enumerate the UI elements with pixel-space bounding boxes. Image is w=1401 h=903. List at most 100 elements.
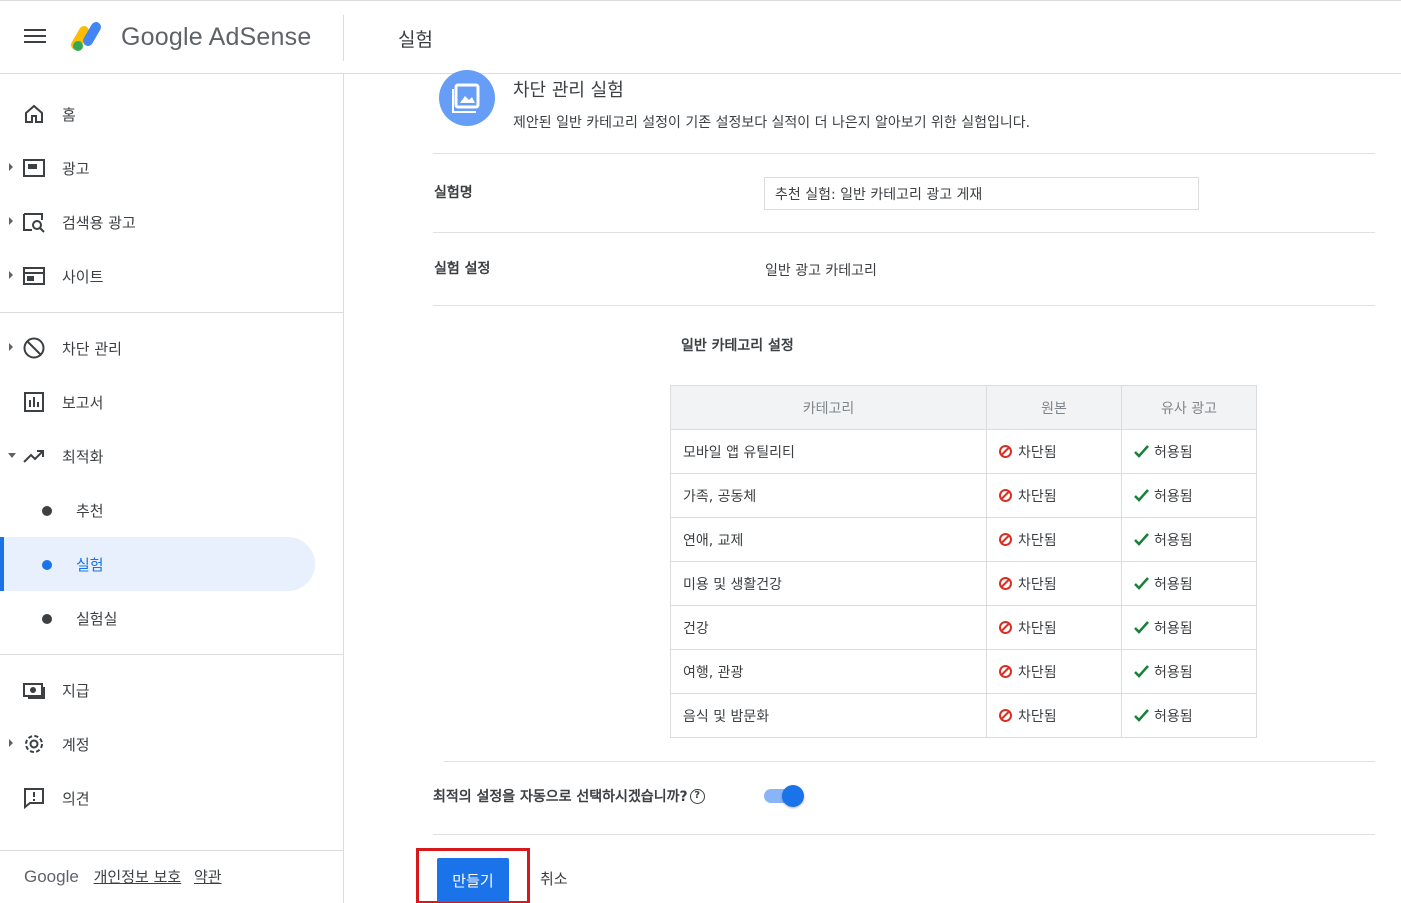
similar-ads-status-cell: 허용됨 [1121, 517, 1257, 562]
divider [433, 153, 1375, 154]
allowed-status: 허용됨 [1154, 576, 1193, 593]
search-ads-icon [23, 213, 45, 233]
check-icon [1134, 620, 1149, 634]
sidebar-item-label: 의견 [62, 790, 90, 808]
category-cell: 음식 및 밤문화 [670, 693, 987, 738]
sidebar-item-experiments[interactable]: 실험 [0, 537, 315, 591]
table-row: 음식 및 밤문화 차단됨 허용됨 [670, 693, 1257, 738]
hamburger-menu-icon[interactable] [24, 29, 46, 47]
gear-icon [25, 735, 43, 753]
sidebar-item-label: 최적화 [62, 448, 104, 466]
table-row: 건강 차단됨 허용됨 [670, 605, 1257, 650]
similar-ads-status-cell: 허용됨 [1121, 605, 1257, 650]
sidebar-divider [0, 654, 343, 655]
category-name: 건강 [683, 620, 709, 637]
similar-ads-status-cell: 허용됨 [1121, 693, 1257, 738]
terms-link[interactable]: 약관 [194, 868, 222, 886]
category-name: 미용 및 생활건강 [683, 576, 783, 593]
sidebar-item-search-ads[interactable]: 검색용 광고 [0, 195, 344, 249]
sidebar-item-label: 광고 [62, 160, 90, 178]
category-cell: 연애, 교제 [670, 517, 987, 562]
column-header-original: 원본 [986, 385, 1122, 430]
sidebar-item-label: 실험 [76, 556, 104, 574]
original-status-cell: 차단됨 [986, 649, 1122, 694]
toggle-thumb [782, 785, 804, 807]
sidebar-item-labs[interactable]: 실험실 [0, 591, 344, 645]
sidebar-item-sites[interactable]: 사이트 [0, 249, 344, 303]
experiment-description: 제안된 일반 카테고리 설정이 기존 설정보다 실적이 더 나은지 알아보기 위… [513, 115, 1031, 131]
allowed-status: 허용됨 [1154, 532, 1193, 549]
expand-caret-icon[interactable] [9, 217, 13, 225]
sidebar-item-payments[interactable]: 지급 [0, 663, 344, 717]
table-row: 미용 및 생활건강 차단됨 허용됨 [670, 561, 1257, 606]
column-header-similar-ads: 유사 광고 [1121, 385, 1257, 430]
category-cell: 건강 [670, 605, 987, 650]
original-status-cell: 차단됨 [986, 473, 1122, 518]
blocked-status: 차단됨 [1018, 576, 1057, 593]
table-row: 여행, 관광 차단됨 허용됨 [670, 649, 1257, 694]
allowed-status: 허용됨 [1154, 664, 1193, 681]
sidebar-item-label: 보고서 [62, 394, 104, 412]
sidebar-item-feedback[interactable]: 의견 [0, 771, 344, 825]
sidebar-item-optimization[interactable]: 최적화 [0, 429, 344, 483]
similar-ads-status-cell: 허용됨 [1121, 473, 1257, 518]
sidebar-divider [0, 312, 343, 313]
main-content: 차단 관리 실험 제안된 일반 카테고리 설정이 기존 설정보다 실적이 더 나… [344, 70, 1401, 903]
help-icon[interactable]: ? [689, 789, 705, 804]
home-icon [25, 104, 43, 123]
blocked-status: 차단됨 [1018, 664, 1057, 681]
sidebar-item-label: 실험실 [76, 610, 118, 628]
allowed-status: 허용됨 [1154, 488, 1193, 505]
sidebar-item-reports[interactable]: 보고서 [0, 375, 344, 429]
category-name: 연애, 교제 [683, 532, 744, 549]
ads-icon [23, 159, 45, 177]
expand-caret-icon[interactable] [9, 343, 13, 351]
similar-ads-status-cell: 허용됨 [1121, 649, 1257, 694]
expand-caret-icon[interactable] [9, 739, 13, 747]
auto-select-toggle[interactable] [764, 785, 804, 807]
block-icon [23, 337, 45, 359]
adsense-logo-icon [71, 22, 101, 51]
table-row: 가족, 공동체 차단됨 허용됨 [670, 473, 1257, 518]
privacy-link[interactable]: 개인정보 보호 [94, 868, 182, 886]
sidebar-item-recommendations[interactable]: 추천 [0, 483, 344, 537]
category-name: 가족, 공동체 [683, 488, 757, 505]
category-name: 모바일 앱 유틸리티 [683, 444, 795, 461]
check-icon [1134, 444, 1149, 458]
check-icon [1134, 664, 1149, 678]
column-header-category: 카테고리 [670, 385, 987, 430]
similar-ads-status-cell: 허용됨 [1121, 561, 1257, 606]
category-name: 여행, 관광 [683, 664, 744, 681]
footer-brand: Google [24, 867, 79, 886]
allowed-status: 허용됨 [1154, 620, 1193, 637]
experiment-name-input[interactable] [764, 177, 1199, 210]
category-table-title: 일반 카테고리 설정 [681, 338, 794, 354]
blocked-icon [999, 576, 1012, 590]
cancel-button[interactable]: 취소 [540, 868, 568, 889]
app-logo-text[interactable]: Google AdSense [121, 23, 311, 52]
blocked-icon [999, 488, 1012, 502]
sidebar-item-account[interactable]: 계정 [0, 717, 344, 771]
blocked-icon [999, 620, 1012, 634]
sidebar-item-blocking-controls[interactable]: 차단 관리 [0, 321, 344, 375]
sidebar-item-label: 검색용 광고 [62, 214, 136, 232]
original-status-cell: 차단됨 [986, 517, 1122, 562]
expand-caret-icon[interactable] [9, 163, 13, 171]
sidebar-item-label: 추천 [76, 502, 104, 520]
collapse-caret-icon[interactable] [8, 453, 16, 458]
experiment-settings-value: 일반 광고 카테고리 [765, 263, 877, 279]
sidebar-item-label: 사이트 [62, 268, 104, 286]
auto-select-question: 최적의 설정을 자동으로 선택하시겠습니까?? [433, 786, 705, 806]
expand-caret-icon[interactable] [9, 271, 13, 279]
divider [433, 232, 1375, 233]
create-button[interactable]: 만들기 [437, 858, 509, 902]
experiment-image-icon [439, 70, 495, 126]
bullet-dot-icon [42, 560, 52, 570]
sidebar-item-ads[interactable]: 광고 [0, 141, 344, 195]
sidebar-item-home[interactable]: 홈 [0, 87, 344, 141]
category-cell: 미용 및 생활건강 [670, 561, 987, 606]
category-cell: 모바일 앱 유틸리티 [670, 429, 987, 474]
check-icon [1134, 708, 1149, 722]
sidebar-item-label: 차단 관리 [62, 340, 122, 358]
blocked-icon [999, 444, 1012, 458]
